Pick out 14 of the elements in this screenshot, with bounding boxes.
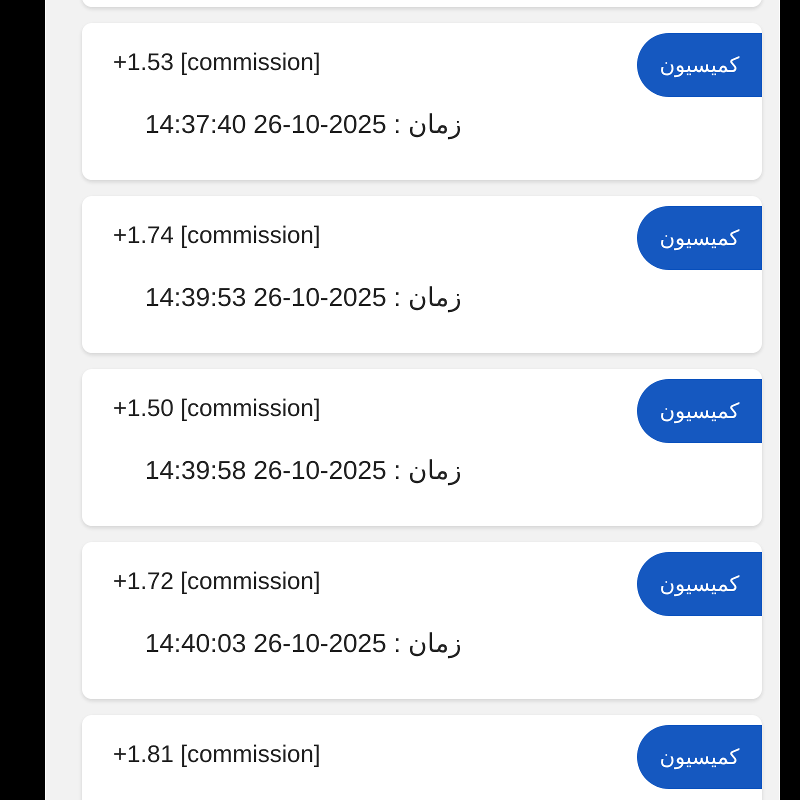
transaction-amount: +1.53 [commission]: [113, 49, 322, 77]
transaction-amount: +1.72 [commission]: [113, 568, 322, 596]
transaction-amount: +1.81 [commission]: [113, 741, 320, 769]
commission-tag: کمیسیون: [637, 33, 762, 97]
transaction-time: 14:40:03 26-10-2025 : زمان: [145, 628, 462, 659]
commission-tag: کمیسیون: [637, 725, 762, 789]
transaction-amount: +1.50 [commission]: [113, 395, 322, 423]
transaction-time: 14:39:53 26-10-2025 : زمان: [145, 282, 462, 313]
commission-tag: کمیسیون: [637, 552, 762, 616]
commission-tag: کمیسیون: [637, 379, 762, 443]
transaction-amount: +1.74 [commission]: [113, 222, 322, 250]
transaction-time: 14:39:58 26-10-2025 : زمان: [145, 455, 462, 486]
commission-tag: کمیسیون: [637, 206, 762, 270]
transaction-time: 14:37:40 26-10-2025 : زمان: [145, 109, 462, 140]
